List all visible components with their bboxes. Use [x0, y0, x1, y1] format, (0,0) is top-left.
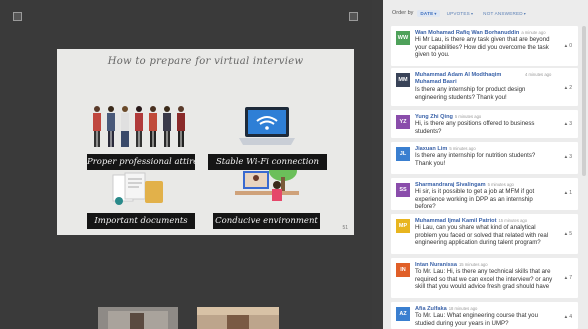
upvote-count: 4 [569, 314, 572, 320]
upvote-count: 7 [569, 275, 572, 281]
avatar: MP [396, 219, 410, 233]
question-card[interactable]: MM Muhammad Adam Al Modthaqim Muhamad Ba… [391, 68, 578, 106]
question-card[interactable]: WW Wan Mohamad Rafiq Wan Borhanuddin a mi… [391, 26, 578, 66]
slide-title: How to prepare for virtual interview [107, 56, 304, 67]
sort-not-answered-label: NOT ANSWERED [483, 10, 523, 16]
participant-video-2[interactable] [197, 307, 279, 329]
qa-panel: Order by DATE▾ UPVOTES▾ NOT ANSWERED▾ WW… [383, 0, 588, 329]
slide-label-wifi: Stable Wi-Fi connection [208, 154, 327, 170]
sort-not-answered-button[interactable]: NOT ANSWERED▾ [480, 10, 529, 17]
question-text: Is there any internship for product desi… [415, 86, 526, 101]
upvote-button[interactable]: ▲0 [564, 43, 572, 49]
upvote-icon: ▲ [563, 121, 569, 126]
question-text: To Mr. Lau: What engineering course that… [415, 312, 538, 327]
question-author-name: Muhammad Adam Al Modthaqim Muhamad Basri [415, 72, 502, 85]
chevron-down-icon: ▾ [434, 10, 437, 16]
question-text: Hi Mr Lau, is there any task given that … [415, 36, 550, 59]
avatar-initials: JL [399, 151, 407, 157]
slide-label-environment: Conducive environment [213, 213, 320, 229]
avatar-initials: WW [397, 35, 409, 41]
question-card[interactable]: SS Sharmandraraj Sivalingam 5 minutes ago… [391, 178, 578, 210]
question-text: Hi Lau, can you share what kind of analy… [415, 224, 549, 247]
upvote-icon: ▲ [563, 314, 569, 319]
avatar-initials: IN [400, 267, 406, 273]
sort-date-button[interactable]: DATE▾ [417, 9, 440, 17]
attire-illustration [93, 106, 185, 147]
question-author: Muhammad Adam Al Modthaqim Muhamad Basri [415, 72, 523, 85]
question-card[interactable]: IN Intan Nuranissa 15 minutes ago To Mr. … [391, 258, 578, 298]
avatar: WW [396, 31, 410, 45]
slide-label-attire: Proper professional attire [87, 154, 195, 170]
upvote-button[interactable]: ▲7 [564, 275, 572, 281]
question-card[interactable]: MP Muhammad Ijmal Kamil Patriot 15 minute… [391, 214, 578, 254]
upvote-count: 3 [569, 154, 572, 160]
upvote-count: 3 [569, 121, 572, 127]
upvote-button[interactable]: ▲1 [564, 190, 572, 196]
upvote-icon: ▲ [563, 231, 569, 236]
window-button-right[interactable] [349, 12, 358, 21]
chevron-down-icon: ▾ [470, 10, 474, 16]
upvote-count: 1 [569, 190, 572, 196]
avatar: IN [396, 263, 410, 277]
question-time: 15 minutes ago [498, 218, 528, 223]
presentation-slide: How to prepare for virtual interview Pro… [57, 49, 354, 235]
sort-upvotes-button[interactable]: UPVOTES▾ [444, 10, 477, 17]
sort-upvotes-label: UPVOTES [446, 10, 470, 16]
question-time: 15 minutes ago [458, 262, 488, 267]
upvote-count: 2 [569, 85, 572, 91]
upvote-count: 0 [569, 43, 572, 49]
question-text: Hi, is there any positions offered to bu… [415, 120, 535, 135]
upvote-button[interactable]: ▲5 [564, 231, 572, 237]
question-time: 4 minutes ago [525, 72, 552, 77]
upvote-icon: ▲ [563, 190, 569, 195]
question-text: Hi sir, is it possible to get a job at M… [415, 188, 535, 211]
avatar: AZ [396, 307, 410, 321]
question-card[interactable]: JL Jiaxuan Lim 5 minutes ago Is there any… [391, 142, 578, 174]
upvote-icon: ▲ [563, 85, 569, 90]
upvote-button[interactable]: ▲3 [564, 154, 572, 160]
question-time: 5 minutes ago [487, 182, 514, 187]
question-card[interactable]: YZ Yung Zhi Qing 5 minutes ago Hi, is the… [391, 110, 578, 138]
avatar: YZ [396, 115, 410, 129]
window-button-left[interactable] [13, 12, 22, 21]
sort-label: Order by [392, 10, 414, 16]
upvote-count: 5 [569, 231, 572, 237]
question-time: a minute ago [521, 30, 546, 35]
question-time: 5 minutes ago [449, 146, 476, 151]
sort-bar: Order by DATE▾ UPVOTES▾ NOT ANSWERED▾ [383, 0, 588, 26]
upvote-button[interactable]: ▲3 [564, 121, 572, 127]
slide-label-documents: Important documents [87, 213, 195, 229]
question-time: 18 minutes ago [448, 306, 478, 311]
avatar-initials: YZ [399, 119, 407, 125]
avatar: MM [396, 73, 410, 87]
avatar-initials: AZ [399, 311, 407, 317]
upvote-icon: ▲ [563, 154, 569, 159]
avatar: JL [396, 147, 410, 161]
avatar-initials: SS [399, 187, 407, 193]
avatar-initials: MP [398, 223, 408, 229]
upvote-icon: ▲ [563, 275, 569, 280]
avatar: SS [396, 183, 410, 197]
avatar-initials: MM [398, 77, 408, 83]
chevron-down-icon: ▾ [523, 10, 526, 16]
question-text: Is there any internship for nutrition st… [415, 152, 536, 167]
documents-illustration [112, 172, 163, 205]
question-card[interactable]: AZ Afia Zulfaka 18 minutes ago To Mr. Lau… [391, 302, 578, 329]
qa-scrollbar[interactable] [582, 26, 586, 176]
wifi-laptop-illustration [239, 107, 295, 145]
upvote-icon: ▲ [563, 43, 569, 48]
sort-date-label: DATE [420, 10, 434, 16]
upvote-button[interactable]: ▲4 [564, 314, 572, 320]
slide-page-number: 51 [342, 225, 348, 231]
participant-video-1[interactable] [98, 307, 178, 329]
upvote-button[interactable]: ▲2 [564, 85, 572, 91]
video-area: How to prepare for virtual interview Pro… [0, 0, 372, 329]
question-text: To Mr. Lau: Hi, is there any technical s… [415, 268, 553, 291]
question-time: 5 minutes ago [454, 114, 482, 119]
